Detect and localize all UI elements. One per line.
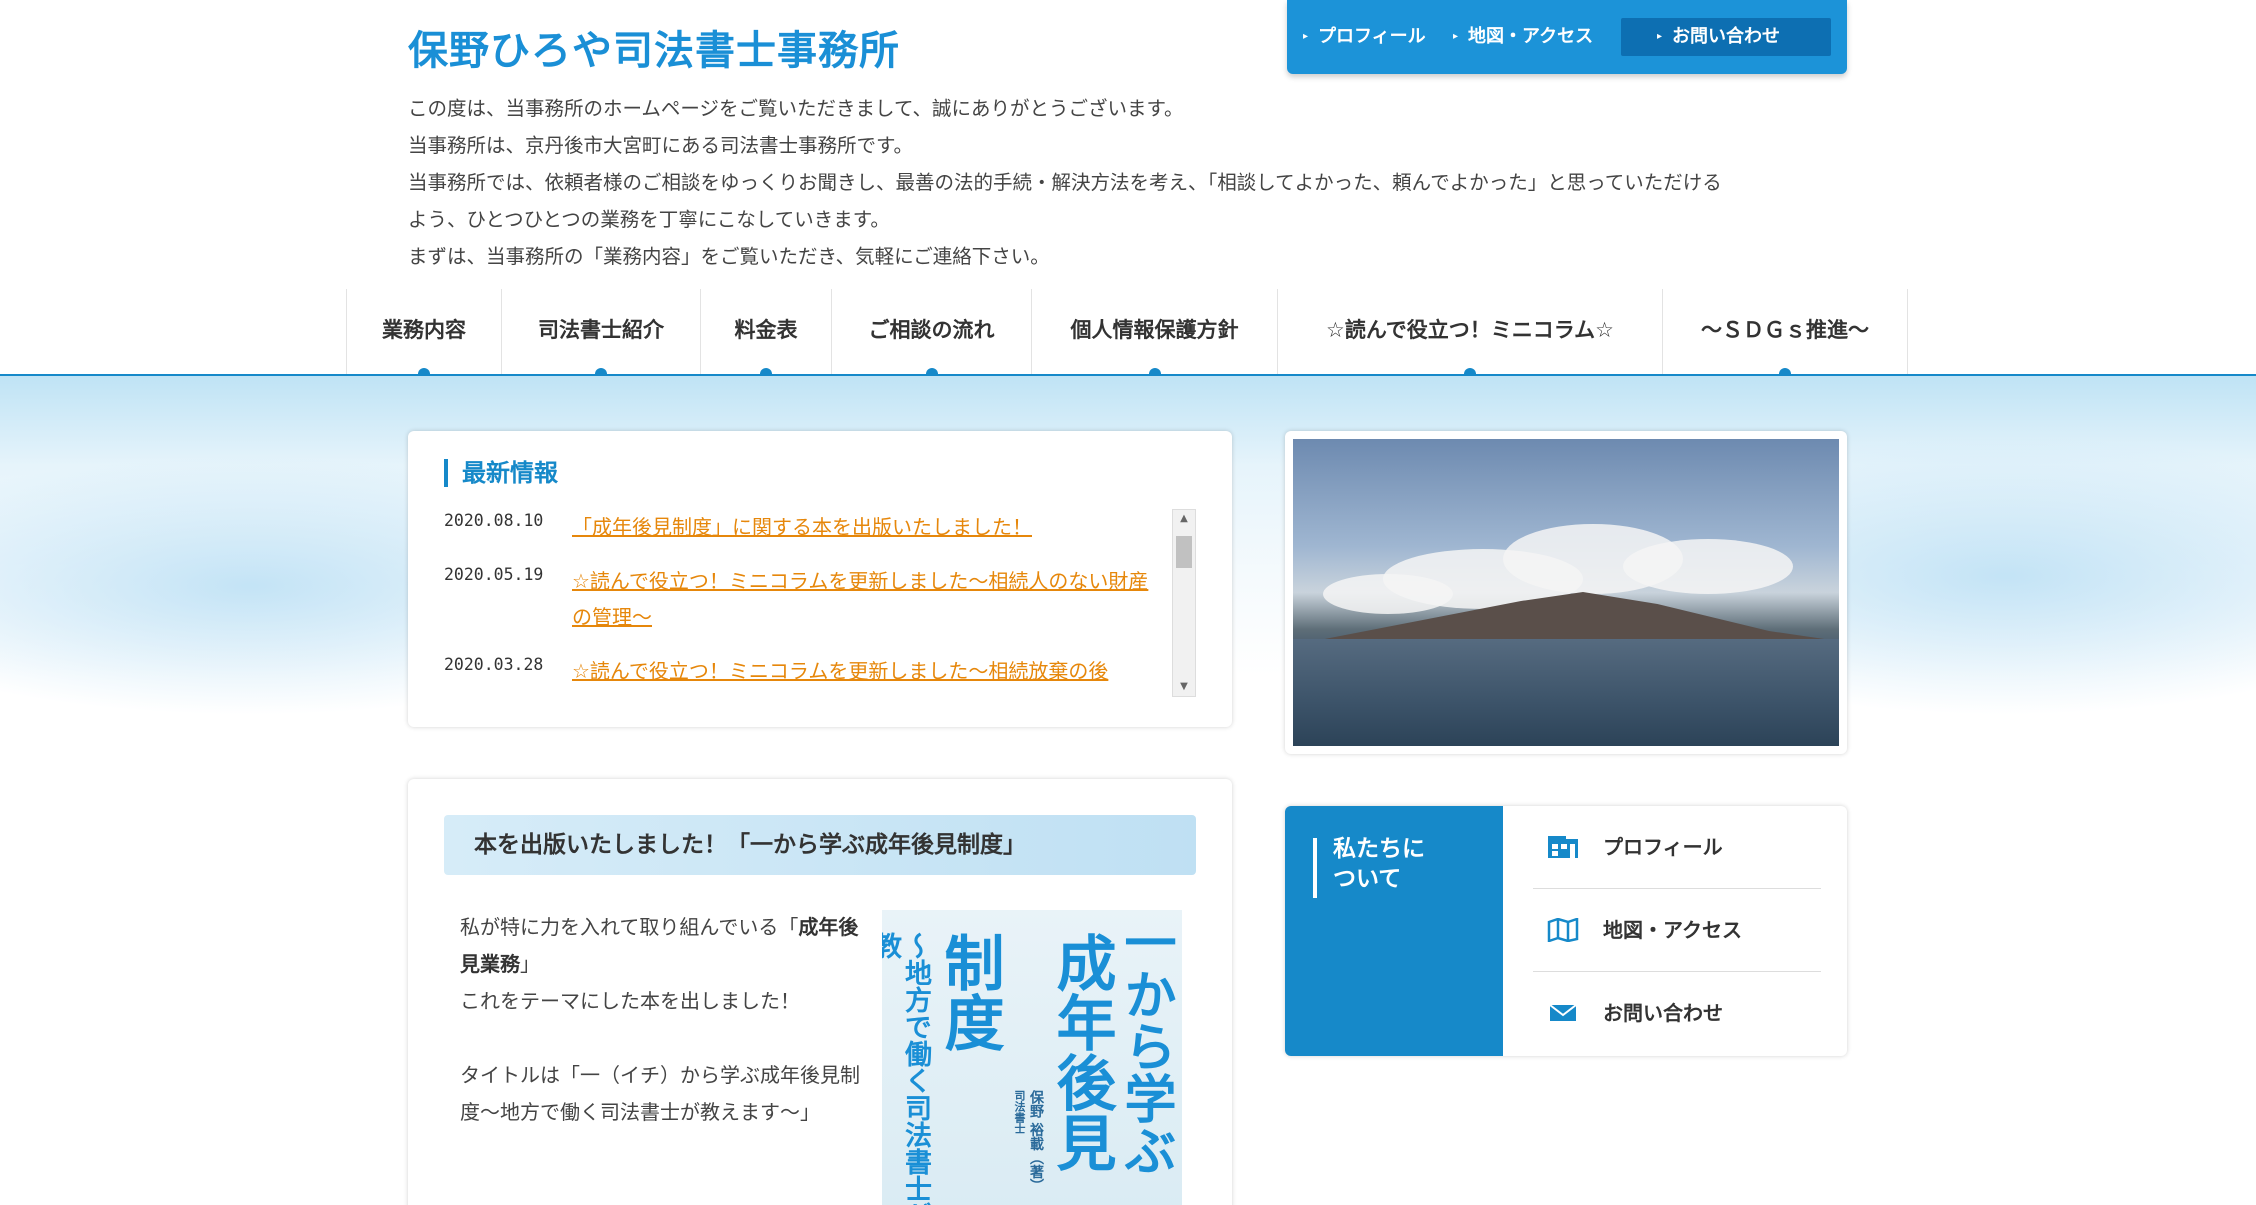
book-paragraph: タイトルは「一（イチ）から学ぶ成年後見制度～地方で働く司法書士が教えます～」 xyxy=(460,1063,860,1124)
nav-label: ～ＳＤＧｓ推進～ xyxy=(1701,318,1869,342)
intro-line: まずは、当事務所の「業務内容」をご覧いただき、気軽にご連絡下さい。 xyxy=(408,245,1050,268)
about-title-line: 私たちに xyxy=(1333,836,1425,862)
site-title[interactable]: 保野ひろや司法書士事務所 xyxy=(408,18,900,76)
top-nav-profile[interactable]: ▸ プロフィール xyxy=(1303,18,1426,56)
nav-privacy[interactable]: 個人情報保護方針 xyxy=(1031,289,1277,380)
top-nav-label: プロフィール xyxy=(1318,26,1426,47)
nav-consult-flow[interactable]: ご相談の流れ xyxy=(831,289,1031,380)
about-link-label: プロフィール xyxy=(1603,835,1723,859)
photo-card xyxy=(1285,431,1847,754)
main-nav: 業務内容 司法書士紹介 料金表 ご相談の流れ 個人情報保護方針 ☆読んで役立つ！… xyxy=(346,289,1908,380)
news-link[interactable]: ☆読んで役立つ！ミニコラムを更新しました～相続人のない財産の管理～ xyxy=(572,569,1148,629)
nav-label: 業務内容 xyxy=(382,318,466,342)
book-paragraph: これをテーマにした本を出しました！ xyxy=(460,989,800,1013)
news-date: 2020.03.28 xyxy=(444,655,544,674)
intro-line: この度は、当事務所のホームページをご覧いただきまして、誠にありがとうございます。 xyxy=(408,97,1184,120)
cloud-shape xyxy=(1323,574,1453,614)
intro-line: 当事務所では、依頼者様のご相談をゆっくりお聞きし、最善の法的手続・解決方法を考え… xyxy=(408,171,1722,194)
news-link[interactable]: ☆読んで役立つ！ミニコラムを更新しました～相続放棄の後 xyxy=(572,659,1108,683)
top-nav-contact[interactable]: ▸ お問い合わせ xyxy=(1621,18,1831,56)
top-nav: ▸ プロフィール ▸ 地図・アクセス ▸ お問い合わせ xyxy=(1287,0,1847,74)
nav-sdgs[interactable]: ～ＳＤＧｓ推進～ xyxy=(1662,289,1908,380)
news-title: 最新情報 xyxy=(444,459,558,487)
book-description: 私が特に力を入れて取り組んでいる「成年後見業務」 これをテーマにした本を出しまし… xyxy=(460,909,860,1131)
intro-line: よう、ひとつひとつの業務を丁寧にこなしていきます。 xyxy=(408,208,890,231)
intro-text: この度は、当事務所のホームページをご覧いただきまして、誠にありがとうございます。… xyxy=(408,90,1848,275)
cover-title-3: 制度 xyxy=(934,932,1004,1052)
top-nav-label: お問い合わせ xyxy=(1672,26,1781,47)
about-link-label: 地図・アクセス xyxy=(1603,918,1742,942)
about-link-label: お問い合わせ xyxy=(1603,1001,1723,1025)
nav-label: 料金表 xyxy=(734,318,798,342)
about-title: 私たちに ついて xyxy=(1333,834,1425,894)
news-scrollbar[interactable]: ▲ ▼ xyxy=(1172,509,1196,697)
about-title-block: 私たちに ついて xyxy=(1285,806,1503,1056)
book-card: 本を出版いたしました！「一から学ぶ成年後見制度」 私が特に力を入れて取り組んでい… xyxy=(408,779,1232,1205)
landscape-photo xyxy=(1293,439,1839,746)
water-shape xyxy=(1293,639,1839,746)
nav-label: ☆読んで役立つ！ミニコラム☆ xyxy=(1326,318,1614,342)
nav-services[interactable]: 業務内容 xyxy=(346,289,501,380)
scroll-up-icon[interactable]: ▲ xyxy=(1173,510,1195,528)
intro-line: 当事務所は、京丹後市大宮町にある司法書士事務所です。 xyxy=(408,134,914,157)
book-cover-image: 一から学ぶ 成年後見 制度 ～地方で働く司法書士が教 司法書士 保野 裕載（著） xyxy=(882,910,1182,1205)
nav-label: 個人情報保護方針 xyxy=(1070,318,1239,342)
accent-bar xyxy=(1313,838,1317,898)
scrollbar-thumb[interactable] xyxy=(1176,536,1192,568)
top-nav-label: 地図・アクセス xyxy=(1468,26,1594,47)
cover-title-2: 成年後見 xyxy=(1046,932,1116,1172)
news-item: 2020.08.10 「成年後見制度」に関する本を出版いたしました！ xyxy=(444,509,1164,545)
about-link-access[interactable]: 地図・アクセス xyxy=(1533,889,1821,972)
nav-label: ご相談の流れ xyxy=(868,318,995,342)
nav-staff[interactable]: 司法書士紹介 xyxy=(501,289,700,380)
news-item: 2020.03.28 ☆読んで役立つ！ミニコラムを更新しました～相続放棄の後 xyxy=(444,653,1164,689)
news-item: 2020.05.19 ☆読んで役立つ！ミニコラムを更新しました～相続人のない財産… xyxy=(444,563,1164,635)
building-icon xyxy=(1548,836,1578,858)
arrow-right-icon: ▸ xyxy=(1303,31,1309,42)
arrow-right-icon: ▸ xyxy=(1657,31,1663,42)
header: 保野ひろや司法書士事務所 この度は、当事務所のホームページをご覧いただきまして、… xyxy=(0,0,2256,380)
mail-icon xyxy=(1549,1004,1577,1021)
cover-title-1: 一から学ぶ xyxy=(1115,916,1175,1176)
scroll-down-icon[interactable]: ▼ xyxy=(1173,678,1195,696)
about-link-contact[interactable]: お問い合わせ xyxy=(1533,972,1821,1055)
cover-author-role: 司法書士 xyxy=(1013,1090,1026,1134)
book-heading: 本を出版いたしました！「一から学ぶ成年後見制度」 xyxy=(444,815,1196,875)
nav-label: 司法書士紹介 xyxy=(538,318,664,342)
about-title-line: ついて xyxy=(1333,866,1402,892)
cover-author: 保野 裕載（著） xyxy=(1028,1090,1044,1193)
news-date: 2020.05.19 xyxy=(444,565,544,584)
map-icon xyxy=(1547,918,1579,942)
news-date: 2020.08.10 xyxy=(444,511,544,530)
book-text-fragment: 私が特に力を入れて取り組んでいる「 xyxy=(460,915,799,939)
news-card: 最新情報 2020.08.10 「成年後見制度」に関する本を出版いたしました！ … xyxy=(408,431,1232,727)
top-nav-access[interactable]: ▸ 地図・アクセス xyxy=(1453,18,1593,56)
about-card: 私たちに ついて プロフィール 地図・アクセス お問い合わせ xyxy=(1285,806,1847,1056)
nav-column[interactable]: ☆読んで役立つ！ミニコラム☆ xyxy=(1277,289,1662,380)
cloud-shape xyxy=(1623,539,1793,594)
arrow-right-icon: ▸ xyxy=(1453,31,1459,42)
about-link-profile[interactable]: プロフィール xyxy=(1533,806,1821,889)
news-list[interactable]: 2020.08.10 「成年後見制度」に関する本を出版いたしました！ 2020.… xyxy=(444,509,1164,707)
book-paragraph: 私が特に力を入れて取り組んでいる「成年後見業務」 xyxy=(460,909,860,983)
book-text-fragment: 」 xyxy=(520,952,540,976)
nav-fees[interactable]: 料金表 xyxy=(700,289,831,380)
cover-subtitle: ～地方で働く司法書士が教 xyxy=(882,932,931,1205)
news-link[interactable]: 「成年後見制度」に関する本を出版いたしました！ xyxy=(572,515,1032,539)
